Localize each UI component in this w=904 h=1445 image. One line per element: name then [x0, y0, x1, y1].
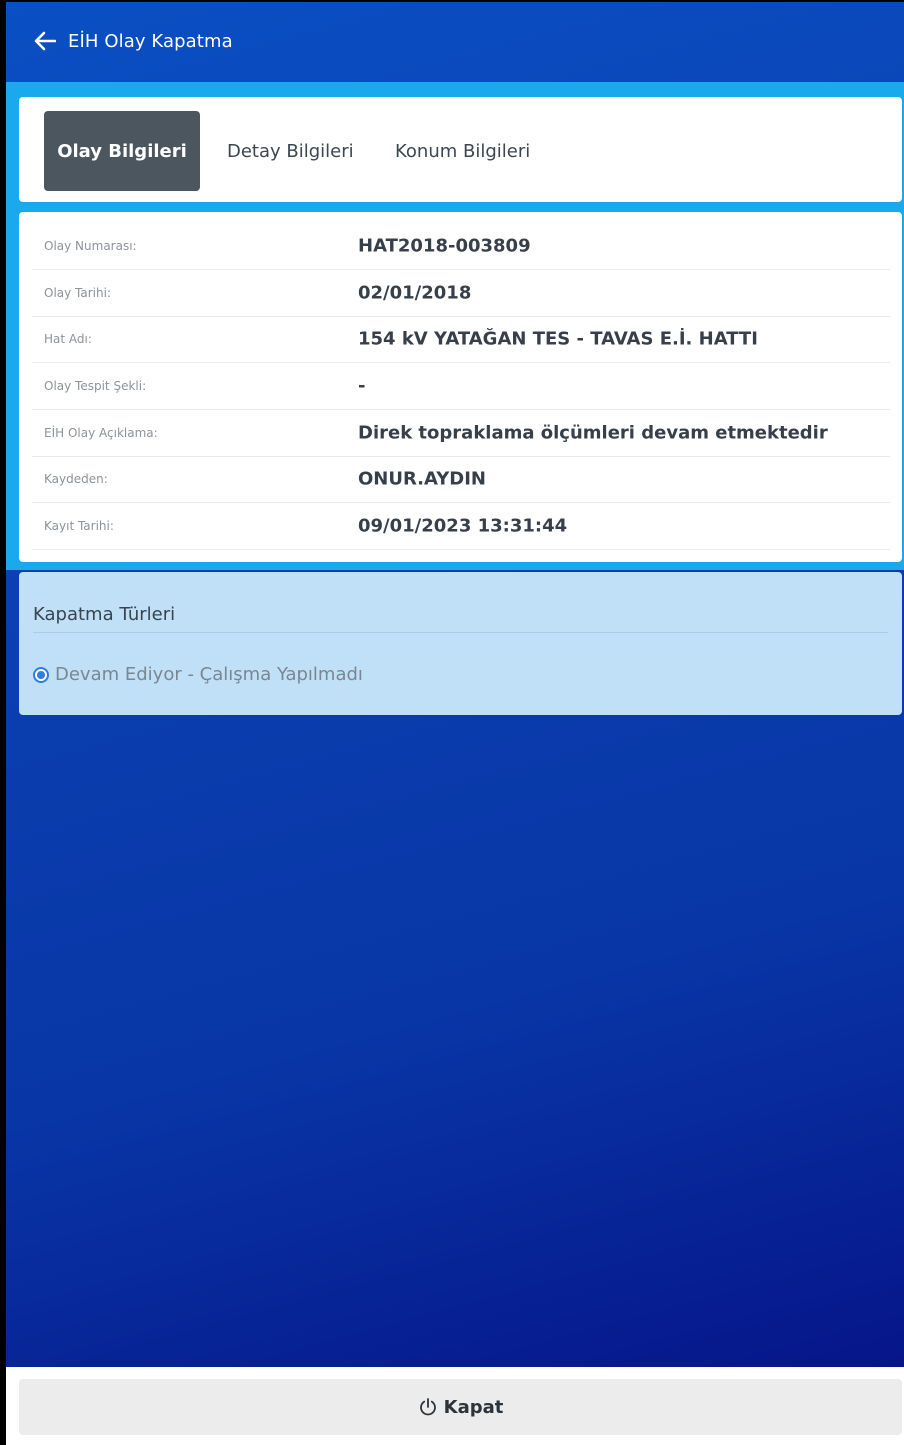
info-row-hat-adi: Hat Adı: 154 kV YATAĞAN TES - TAVAS E.İ.… — [32, 316, 890, 363]
power-icon — [419, 1398, 436, 1416]
closing-types-card: Kapatma Türleri Devam Ediyor - Çalışma Y… — [19, 572, 902, 715]
info-value: 02/01/2018 — [358, 282, 472, 304]
info-value: Direk topraklama ölçümleri devam etmekte… — [358, 422, 828, 444]
info-label: EİH Olay Açıklama: — [44, 426, 158, 440]
event-info-card: Olay Numarası: HAT2018-003809 Olay Tarih… — [19, 212, 902, 562]
info-row-olay-numarasi: Olay Numarası: HAT2018-003809 — [32, 223, 890, 270]
app-screen: EİH Olay Kapatma Olay Bilgileri Detay Bi… — [6, 2, 904, 1367]
info-value: - — [358, 375, 366, 397]
tab-bar: Olay Bilgileri Detay Bilgileri Konum Bil… — [19, 97, 902, 202]
info-row-olay-tespit-sekli: Olay Tespit Şekli: - — [32, 363, 890, 410]
divider — [33, 632, 888, 633]
kapat-button-label: Kapat — [443, 1396, 504, 1418]
info-row-kayit-tarihi: Kayıt Tarihi: 09/01/2023 13:31:44 — [32, 503, 890, 550]
info-value: ONUR.AYDIN — [358, 468, 486, 490]
info-row-olay-aciklama: EİH Olay Açıklama: Direk topraklama ölçü… — [32, 410, 890, 457]
info-row-kaydeden: Kaydeden: ONUR.AYDIN — [32, 456, 890, 503]
radio-selected-dot — [37, 670, 45, 679]
kapat-button[interactable]: Kapat — [19, 1379, 902, 1435]
footer-bar: Kapat — [6, 1367, 904, 1445]
arrow-left-icon — [34, 31, 56, 51]
tab-konum-bilgileri[interactable]: Konum Bilgileri — [395, 111, 530, 191]
info-label: Kaydeden: — [44, 472, 108, 486]
tab-olay-bilgileri[interactable]: Olay Bilgileri — [44, 111, 200, 191]
app-header: EİH Olay Kapatma — [6, 2, 904, 80]
info-value: 09/01/2023 13:31:44 — [358, 515, 568, 537]
info-label: Olay Tespit Şekli: — [44, 379, 147, 393]
closing-types-title: Kapatma Türleri — [33, 604, 176, 625]
info-value: HAT2018-003809 — [358, 235, 531, 257]
info-value: 154 kV YATAĞAN TES - TAVAS E.İ. HATTI — [358, 328, 758, 350]
closing-option-devam-ediyor[interactable]: Devam Ediyor - Çalışma Yapılmadı — [33, 664, 363, 685]
info-label: Kayıt Tarihi: — [44, 519, 114, 533]
tab-detay-bilgileri[interactable]: Detay Bilgileri — [227, 111, 354, 191]
info-label: Olay Numarası: — [44, 239, 137, 253]
radio-label: Devam Ediyor - Çalışma Yapılmadı — [55, 664, 363, 685]
info-label: Hat Adı: — [44, 332, 92, 346]
info-row-olay-tarihi: Olay Tarihi: 02/01/2018 — [32, 270, 890, 317]
info-label: Olay Tarihi: — [44, 286, 111, 300]
back-button[interactable] — [32, 28, 58, 54]
radio-button[interactable] — [33, 666, 49, 683]
page-title: EİH Olay Kapatma — [68, 30, 233, 52]
